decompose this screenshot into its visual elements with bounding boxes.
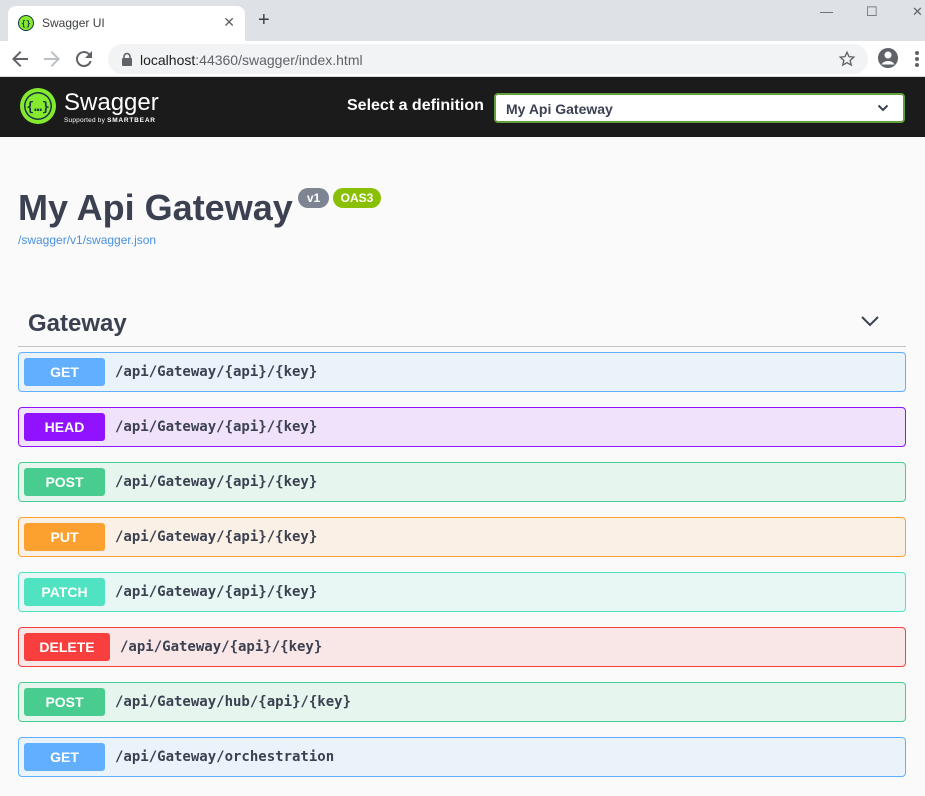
new-tab-button[interactable]: + xyxy=(258,10,270,30)
operation-head-api-key[interactable]: HEAD /api/Gateway/{api}/{key} xyxy=(18,407,906,447)
operation-delete-api-key[interactable]: DELETE /api/Gateway/{api}/{key} xyxy=(18,627,906,667)
swagger-topbar: {…} Swagger Supported by SMARTBEAR Selec… xyxy=(0,77,925,137)
method-badge: POST xyxy=(24,468,105,496)
operation-path: /api/Gateway/{api}/{key} xyxy=(115,364,318,380)
address-bar[interactable]: localhost:44360/swagger/index.html xyxy=(108,44,868,74)
close-window-icon[interactable]: ✕ xyxy=(912,4,923,20)
svg-text:{}: {} xyxy=(21,19,31,28)
operation-patch-api-key[interactable]: PATCH /api/Gateway/{api}/{key} xyxy=(18,572,906,612)
tag-section-header[interactable]: Gateway xyxy=(18,300,906,347)
browser-toolbar: localhost:44360/swagger/index.html xyxy=(0,41,925,77)
browser-tab-strip: {} Swagger UI ✕ + — ☐ ✕ xyxy=(0,0,925,41)
chevron-down-icon xyxy=(877,104,889,112)
definition-select[interactable]: My Api Gateway xyxy=(494,93,905,123)
url-text: localhost:44360/swagger/index.html xyxy=(140,52,363,68)
account-icon[interactable] xyxy=(876,46,900,70)
browser-tab[interactable]: {} Swagger UI ✕ xyxy=(8,6,245,41)
operation-get-orchestration[interactable]: GET /api/Gateway/orchestration xyxy=(18,737,906,777)
method-badge: HEAD xyxy=(24,413,105,441)
method-badge: DELETE xyxy=(24,633,110,661)
spec-json-link[interactable]: /swagger/v1/swagger.json xyxy=(18,233,156,247)
swagger-logo-text: Swagger xyxy=(64,89,159,116)
method-badge: PATCH xyxy=(24,578,105,606)
operation-post-hub-api-key[interactable]: POST /api/Gateway/hub/{api}/{key} xyxy=(18,682,906,722)
swagger-logo-subtitle: Supported by SMARTBEAR xyxy=(64,117,156,124)
star-icon[interactable] xyxy=(838,50,856,68)
forward-arrow-icon[interactable] xyxy=(40,47,64,71)
operation-path: /api/Gateway/{api}/{key} xyxy=(120,639,323,655)
svg-text:{…}: {…} xyxy=(26,100,49,115)
operation-path: /api/Gateway/hub/{api}/{key} xyxy=(115,694,352,710)
oas-badge: OAS3 xyxy=(333,188,381,208)
reload-icon[interactable] xyxy=(72,47,96,71)
lock-icon xyxy=(122,52,132,66)
swagger-favicon-icon: {} xyxy=(18,15,34,31)
tab-title: Swagger UI xyxy=(42,16,105,30)
api-title: My Api Gateway xyxy=(18,187,293,228)
method-badge: GET xyxy=(24,743,105,771)
tab-close-icon[interactable]: ✕ xyxy=(223,14,235,30)
maximize-icon[interactable]: ☐ xyxy=(866,4,878,20)
operation-put-api-key[interactable]: PUT /api/Gateway/{api}/{key} xyxy=(18,517,906,557)
chevron-down-icon[interactable] xyxy=(860,314,880,328)
method-badge: POST xyxy=(24,688,105,716)
operation-path: /api/Gateway/{api}/{key} xyxy=(115,474,318,490)
operation-path: /api/Gateway/{api}/{key} xyxy=(115,529,318,545)
method-badge: GET xyxy=(24,358,105,386)
version-badge: v1 xyxy=(298,188,329,208)
tag-name: Gateway xyxy=(28,310,127,337)
operation-path: /api/Gateway/orchestration xyxy=(115,749,335,765)
operation-get-api-key[interactable]: GET /api/Gateway/{api}/{key} xyxy=(18,352,906,392)
operation-path: /api/Gateway/{api}/{key} xyxy=(115,419,318,435)
kebab-menu-icon[interactable] xyxy=(912,47,922,71)
operation-post-api-key[interactable]: POST /api/Gateway/{api}/{key} xyxy=(18,462,906,502)
swagger-logo-icon[interactable]: {…} xyxy=(18,86,58,126)
minimize-icon[interactable]: — xyxy=(820,4,833,20)
definition-label: Select a definition xyxy=(347,97,484,114)
method-badge: PUT xyxy=(24,523,105,551)
back-arrow-icon[interactable] xyxy=(8,47,32,71)
definition-selected-value: My Api Gateway xyxy=(506,101,613,117)
operation-path: /api/Gateway/{api}/{key} xyxy=(115,584,318,600)
